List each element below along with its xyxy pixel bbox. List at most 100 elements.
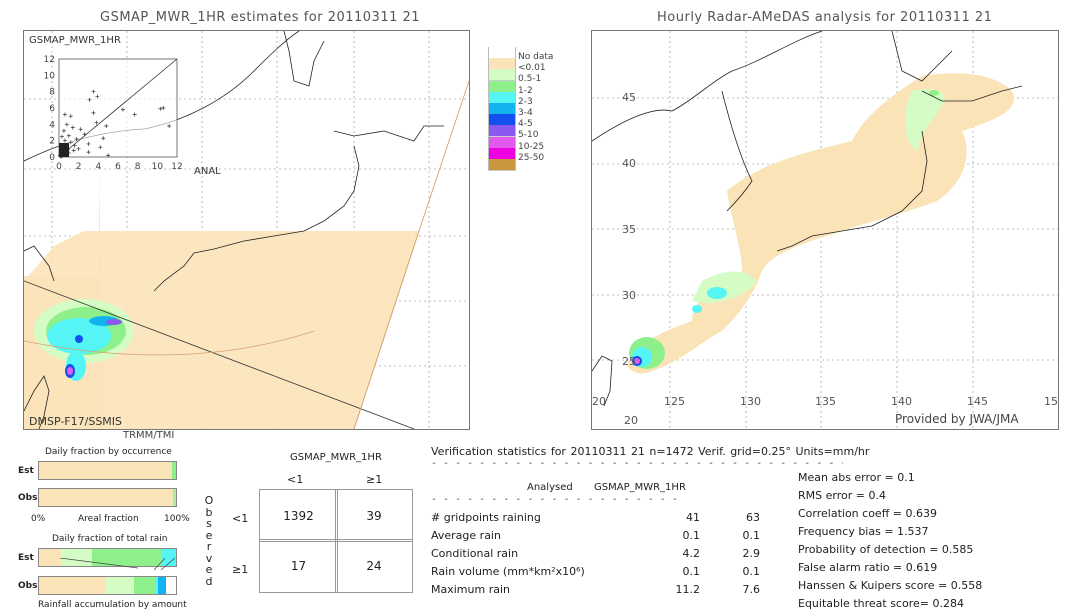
contingency-header: GSMAP_MWR_1HR (290, 452, 382, 463)
legend-label: 5-10 (518, 130, 539, 141)
sensor-label-dmsp: DMSP-F17/SSMIS (29, 415, 123, 428)
inset-x-tick: 12 (171, 162, 182, 172)
score-item: Mean abs error = 0.1 (798, 471, 915, 484)
lon-label: 20 (592, 395, 606, 408)
color-legend: No data <0.01 0.5-1 1-2 2-3 3-4 4-5 5-10 10-25 25… (488, 47, 558, 172)
column-divider: - - - - - - - - - - - - - - - - - - - - … (431, 494, 681, 505)
col-header-analysed: Analysed (527, 482, 573, 493)
inset-y-tick: 8 (49, 88, 55, 98)
occurrence-bar (38, 461, 177, 480)
stat-analysed: 0.1 (682, 565, 701, 578)
lat-label: 35 (622, 223, 636, 236)
legend-swatch (488, 159, 516, 171)
total-rain-bar (38, 576, 177, 595)
legend-swatch (488, 47, 516, 59)
contingency-cell-lt1-ge1: 39 (335, 489, 413, 542)
inset-y-tick: 10 (44, 71, 56, 81)
stat-label: Rain volume (mm*km²x10⁶) (431, 565, 585, 578)
legend-swatch (488, 136, 516, 149)
inset-x-tick: 10 (152, 162, 164, 172)
total-rain-bar-segment (158, 577, 167, 594)
occurrence-title: Daily fraction by occurrence (45, 447, 172, 457)
inset-y-tick: 12 (44, 55, 55, 65)
legend-label: No data (518, 52, 554, 62)
legend-swatch (488, 91, 516, 104)
legend-swatch (488, 114, 516, 127)
inset-y-tick: 6 (49, 104, 55, 114)
swath-edge (418, 80, 469, 232)
total-rain-bar-segment (104, 577, 134, 594)
radar-domain (627, 73, 1014, 374)
stat-label: # gridpoints raining (431, 511, 541, 524)
legend-label: 2-3 (518, 96, 533, 107)
score-item: RMS error = 0.4 (798, 489, 886, 502)
side-label-char: O (204, 494, 214, 507)
stat-analysed: 4.2 (682, 547, 701, 560)
col-header-est: GSMAP_MWR_1HR (594, 482, 686, 493)
legend-swatch (488, 147, 516, 160)
stat-analysed: 11.2 (675, 583, 701, 596)
side-label-char: d (205, 574, 213, 588)
inset-y-tick: 0 (49, 153, 55, 163)
left-map-title: GSMAP_MWR_1HR estimates for 20110311 21 (100, 10, 421, 25)
stat-label: Conditional rain (431, 547, 519, 560)
lat-label: 30 (622, 289, 636, 302)
inset-x-tick: 2 (76, 162, 82, 172)
occurrence-bar-segment (39, 462, 173, 479)
side-label-char: e (205, 563, 213, 576)
total-rain-bar-segment (39, 577, 105, 594)
legend-label: 25-50 (518, 152, 545, 163)
lon-label: 15 (1044, 395, 1058, 408)
inset-x-label: ANAL (194, 166, 221, 177)
stat-analysed: 0.1 (682, 529, 701, 542)
inset-x-tick: 8 (135, 162, 141, 172)
legend-label: 3-4 (518, 108, 533, 118)
occurrence-bar (38, 488, 177, 507)
total-rain-row-label: Obs (18, 581, 38, 591)
stat-est: 0.1 (742, 529, 761, 542)
verification-title: Verification statistics for 20110311 21 … (431, 445, 870, 458)
total-rain-bar-segment (133, 577, 156, 594)
score-item: Equitable threat score= 0.284 (798, 597, 964, 610)
inset-x-tick: 6 (115, 162, 121, 172)
score-item: False alarm ratio = 0.619 (798, 561, 938, 574)
sensor-label-trmm: TRMM/TMI (123, 430, 175, 441)
inset-y-tick: 4 (49, 120, 55, 130)
legend-label: 4-5 (518, 119, 533, 130)
lon-label: 145 (967, 395, 988, 408)
legend-swatch (488, 58, 516, 71)
legend-swatch (488, 125, 516, 138)
right-map: 45 40 35 30 25 20 20 125 130 135 140 145 15 Provided… (591, 30, 1059, 430)
score-item: Frequency bias = 1.537 (798, 525, 929, 538)
contingency-cell-ge1-ge1: 24 (335, 539, 413, 593)
score-item: Probability of detection = 0.585 (798, 543, 974, 556)
credit-label: Provided by JWA/JMA (895, 412, 1019, 426)
stat-est: 0.1 (742, 565, 761, 578)
lat-label: 20 (624, 414, 638, 427)
inset-y-tick: 2 (49, 137, 55, 147)
legend-swatch (488, 80, 516, 93)
legend-swatch (488, 103, 516, 115)
lat-label: 25 (622, 355, 636, 368)
score-item: Hanssen & Kuipers score = 0.558 (798, 579, 983, 592)
legend-label: 10-25 (518, 141, 545, 152)
side-label-char: s (206, 517, 212, 530)
contingency-col-ge1: ≥1 (366, 473, 383, 486)
lon-label: 135 (815, 395, 836, 408)
legend-label: 0.5-1 (518, 74, 542, 85)
stat-est: 2.9 (742, 547, 761, 560)
contingency-cell-lt1-lt1: 1392 (259, 489, 338, 542)
lat-label: 45 (622, 91, 636, 104)
total-rain-footer: Rainfall accumulation by amount (38, 600, 187, 610)
stat-label: Maximum rain (431, 583, 510, 596)
legend-label: 1-2 (518, 85, 533, 96)
legend-label: <0.01 (518, 63, 546, 74)
contingency-col-lt1: <1 (287, 473, 304, 486)
contingency-cell-ge1-lt1: 17 (259, 539, 338, 593)
inset-x-tick: 4 (95, 162, 101, 172)
stat-label: Average rain (431, 529, 501, 542)
contingency-side-label: Observed (204, 495, 214, 587)
right-map-canvas (592, 31, 1058, 429)
occurrence-bar-segment (39, 489, 174, 506)
lon-label: 140 (891, 395, 912, 408)
